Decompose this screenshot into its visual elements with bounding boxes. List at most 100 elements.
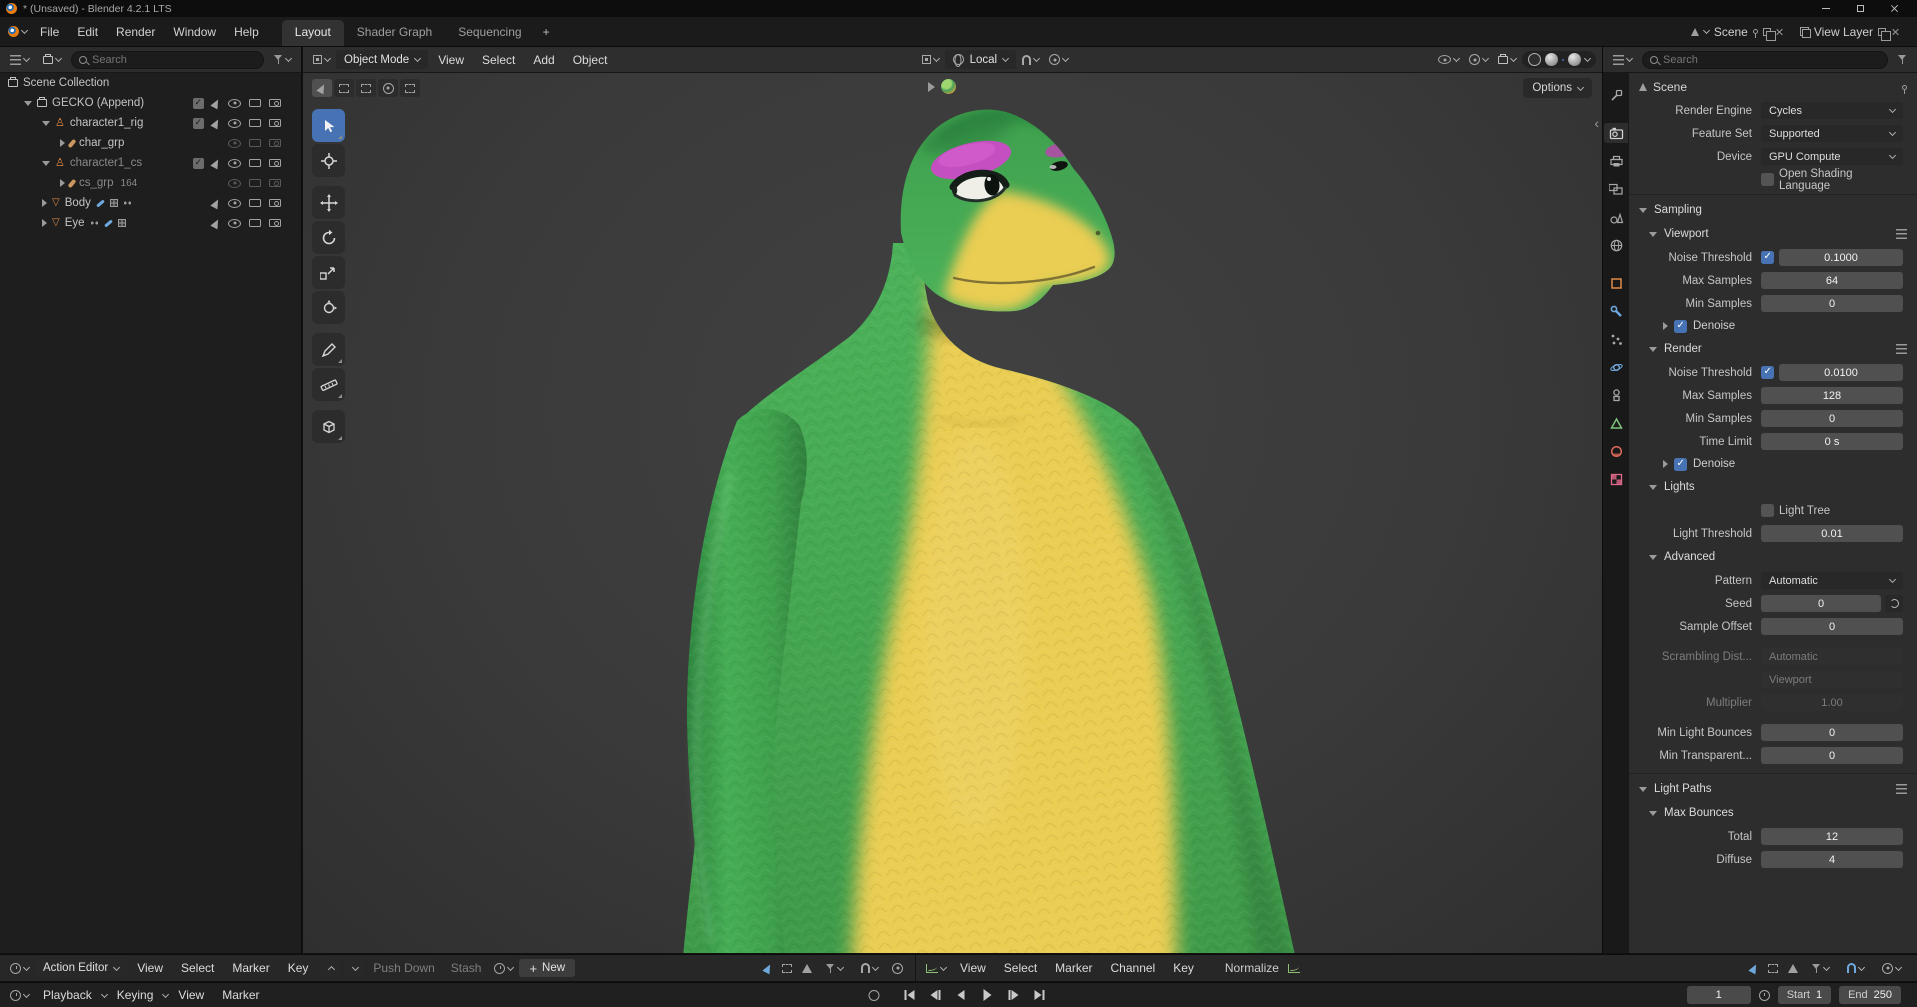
viewport-disable-icon[interactable] (249, 159, 261, 167)
dope-menu-view[interactable]: View (129, 961, 171, 975)
tab-physics-properties[interactable] (1604, 357, 1628, 377)
noise-threshold-checkbox[interactable] (1761, 366, 1774, 379)
hide-eye-icon[interactable] (228, 158, 241, 168)
overlays-popover-button[interactable] (1494, 53, 1520, 64)
tab-output-properties[interactable] (1604, 151, 1628, 171)
tab-material-properties[interactable] (1604, 441, 1628, 461)
dope-menu-select[interactable]: Select (173, 961, 222, 975)
sampling-section-header[interactable]: Sampling (1629, 198, 1917, 222)
outliner-search[interactable] (71, 50, 264, 69)
breadcrumb-scene[interactable]: Scene (1653, 80, 1687, 94)
dope-mode-dropdown[interactable]: Action Editor (35, 958, 128, 978)
play-button[interactable] (977, 987, 997, 1003)
tool-measure[interactable] (312, 368, 345, 401)
hide-eye-icon[interactable] (228, 118, 241, 128)
select-mode-intersect-button[interactable] (400, 79, 420, 97)
dope-menu-key[interactable]: Key (280, 961, 317, 975)
tab-object-data-properties[interactable] (1604, 413, 1628, 433)
properties-filter-button[interactable] (1894, 55, 1911, 64)
modifier-wrench-icon[interactable] (103, 218, 113, 228)
presets-icon[interactable] (1896, 344, 1907, 354)
select-mode-extend-button[interactable] (334, 79, 354, 97)
graph-menu-select[interactable]: Select (996, 961, 1045, 975)
maximize-button[interactable] (1843, 0, 1877, 17)
min-samples-field[interactable]: 0 (1761, 295, 1903, 312)
only-selected-icon[interactable] (1748, 962, 1760, 974)
graph-menu-view[interactable]: View (952, 961, 994, 975)
tab-particle-properties[interactable] (1604, 329, 1628, 349)
jump-to-start-button[interactable] (899, 987, 919, 1003)
graph-menu-channel[interactable]: Channel (1103, 961, 1164, 975)
tool-transform[interactable] (312, 291, 345, 324)
scene-selector[interactable]: Scene (1685, 23, 1790, 41)
close-button[interactable] (1877, 0, 1911, 17)
frame-start-field[interactable]: Start 1 (1777, 986, 1832, 1004)
push-down-button[interactable]: Push Down (366, 961, 441, 975)
disclosure-open-icon[interactable] (42, 120, 50, 126)
proportional-icon[interactable] (892, 962, 903, 974)
hide-eye-icon[interactable] (228, 198, 241, 208)
selectable-icon[interactable] (210, 117, 222, 129)
unlink-scene-icon[interactable] (1776, 28, 1784, 36)
viewport-menu-select[interactable]: Select (474, 53, 523, 67)
disclosure-closed-icon[interactable] (42, 199, 47, 207)
noise-threshold-field[interactable]: 0.1000 (1779, 249, 1903, 266)
pattern-dropdown[interactable]: Automatic (1761, 572, 1903, 589)
tab-shader-graph[interactable]: Shader Graph (344, 20, 445, 46)
new-action-button[interactable]: + New (519, 959, 576, 977)
outliner-row-character1-cs[interactable]: ♙ character1_cs (0, 153, 301, 173)
show-errors-icon[interactable] (1788, 963, 1798, 973)
disclosure-closed-icon[interactable] (60, 179, 65, 187)
normalize-toggle[interactable]: Normalize (1218, 961, 1286, 975)
options-button[interactable]: Options (1523, 78, 1592, 98)
vertex-grid-icon[interactable] (109, 199, 118, 207)
lights-header[interactable]: Lights (1629, 475, 1917, 499)
viewport-disable-icon[interactable] (249, 179, 261, 187)
sidebar-toggle-arrow[interactable]: ‹ (1594, 115, 1599, 131)
seed-field[interactable]: 0 (1761, 595, 1881, 612)
tool-select-box[interactable] (312, 109, 345, 142)
shading-wireframe-button[interactable] (1528, 53, 1541, 66)
render-disable-icon[interactable] (269, 179, 281, 187)
selectable-icon[interactable] (210, 157, 222, 169)
render-denoise-row[interactable]: Denoise (1629, 453, 1917, 475)
proportional-popover-button[interactable] (1878, 962, 1905, 974)
hide-eye-icon[interactable] (228, 218, 241, 228)
snap-popover-button[interactable] (857, 963, 882, 973)
selectable-icon[interactable] (210, 217, 222, 229)
show-hidden-icon[interactable] (1768, 963, 1778, 973)
noise-threshold-checkbox[interactable] (1761, 251, 1774, 264)
shading-popover-hint[interactable] (928, 79, 956, 94)
only-selected-icon[interactable] (762, 962, 774, 974)
hide-eye-icon[interactable] (228, 138, 241, 148)
editor-type-button[interactable] (6, 989, 33, 1001)
menu-render[interactable]: Render (107, 17, 164, 46)
stash-button[interactable]: Stash (444, 961, 489, 975)
disclosure-closed-icon[interactable] (60, 139, 65, 147)
orientation-dropdown[interactable]: Local (944, 50, 1017, 69)
shading-material-button[interactable] (1562, 58, 1564, 61)
proportional-edit-button[interactable] (1045, 54, 1072, 65)
render-disable-icon[interactable] (269, 99, 281, 107)
presets-icon[interactable] (1896, 784, 1907, 794)
advanced-header[interactable]: Advanced (1629, 545, 1917, 569)
menu-edit[interactable]: Edit (68, 17, 107, 46)
sample-offset-field[interactable]: 0 (1761, 618, 1903, 635)
show-errors-icon[interactable] (802, 963, 812, 973)
modifier-wrench-icon[interactable] (96, 198, 105, 208)
outliner-search-input[interactable] (92, 53, 256, 66)
add-view-layer-icon[interactable] (1878, 27, 1891, 41)
gizmos-popover-button[interactable] (1465, 54, 1492, 65)
timeline-menu-view[interactable]: View (170, 988, 212, 1002)
graph-menu-key[interactable]: Key (1165, 961, 1202, 975)
viewport-menu-view[interactable]: View (430, 53, 472, 67)
view-layer-selector[interactable]: View Layer (1794, 23, 1905, 41)
dope-menu-marker[interactable]: Marker (224, 961, 277, 975)
shading-rendered-button[interactable] (1568, 53, 1581, 66)
remove-view-layer-icon[interactable] (1891, 28, 1899, 36)
sampling-render-header[interactable]: Render (1629, 337, 1917, 361)
outliner-row-scene-collection[interactable]: Scene Collection (0, 73, 301, 93)
viewport-disable-icon[interactable] (249, 99, 261, 107)
pin-icon[interactable] (1902, 84, 1907, 94)
mode-dropdown[interactable]: Object Mode (336, 50, 429, 69)
